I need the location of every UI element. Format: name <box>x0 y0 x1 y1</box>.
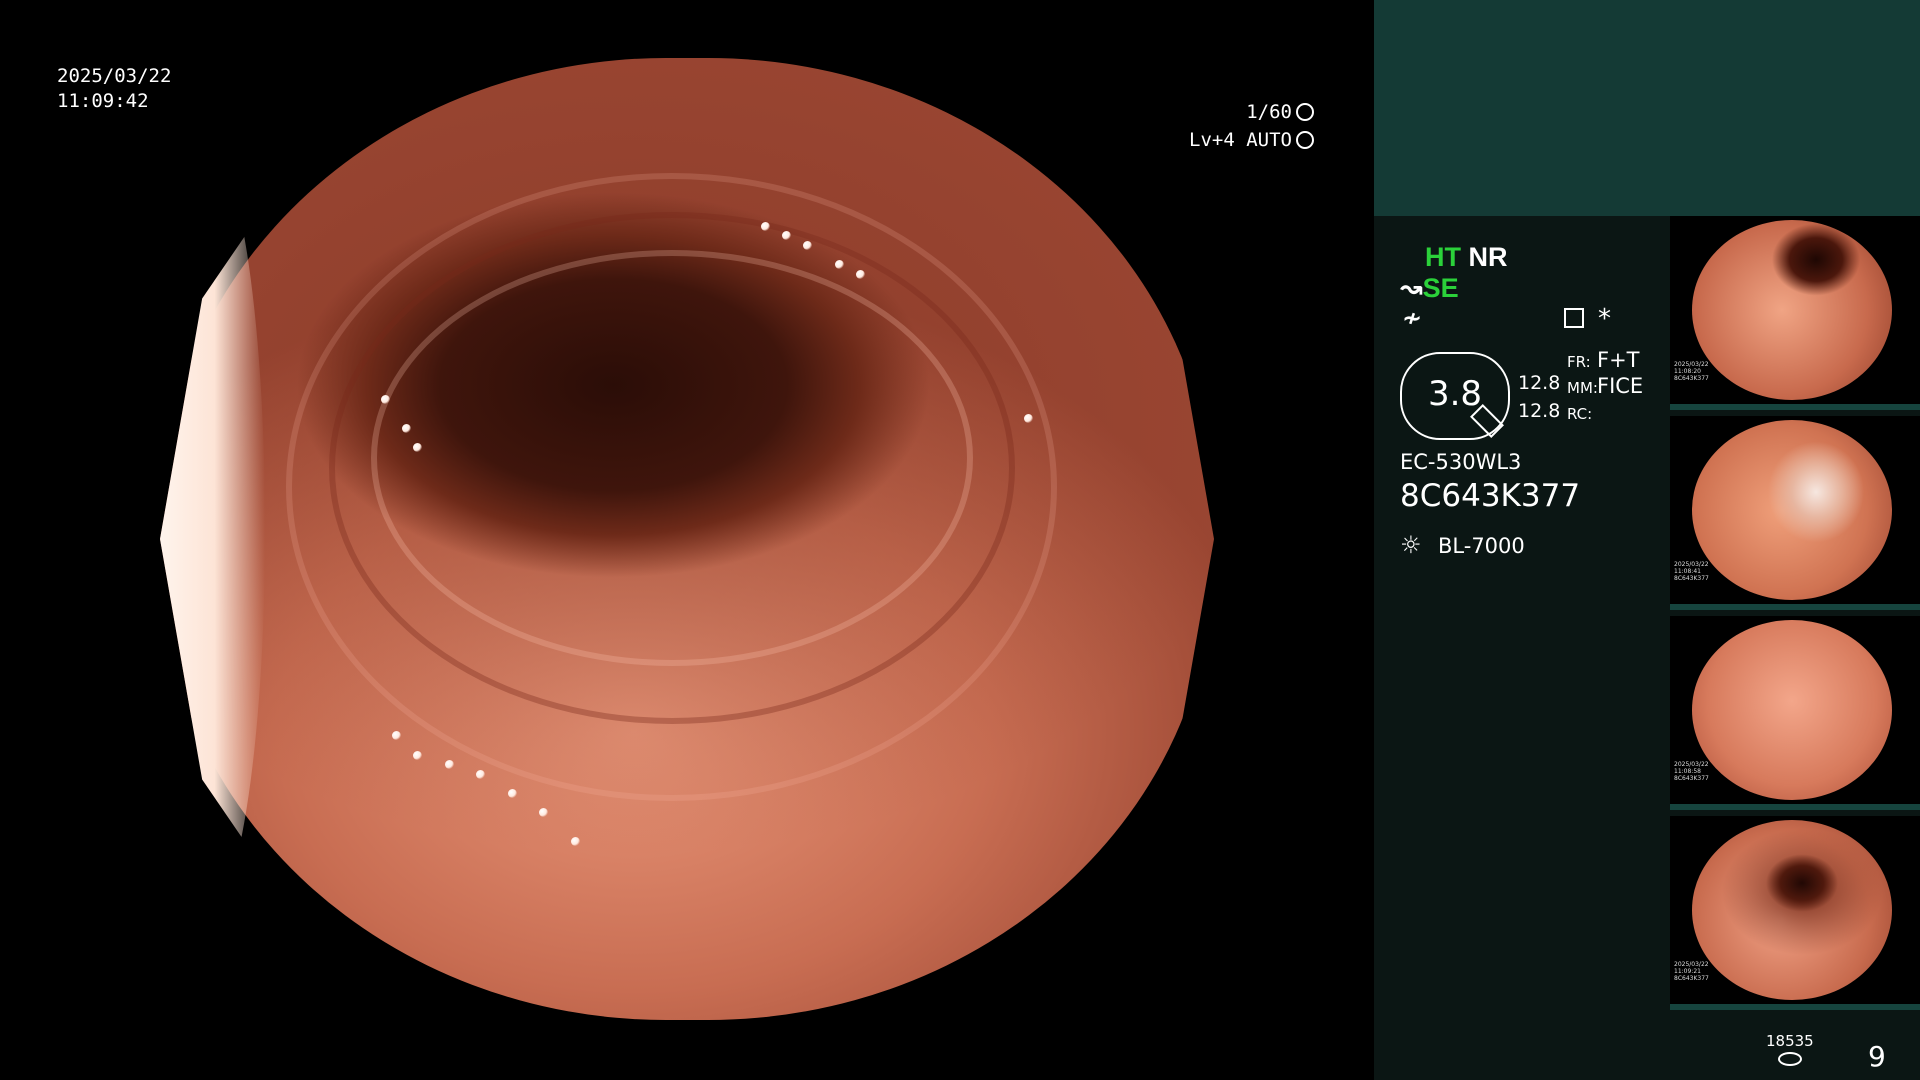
bubble <box>412 442 422 452</box>
osd-date: 2025/03/22 <box>57 65 172 87</box>
fr-value: F+T <box>1597 348 1640 372</box>
zoom-value: 3.8 <box>1427 374 1483 414</box>
brightness-level: Lv+4 <box>1189 129 1235 151</box>
shutter-icon <box>1296 103 1314 121</box>
thumbnail[interactable]: 2025/03/22 11:09:21 8C643K377 <box>1670 816 1920 1010</box>
bubble <box>381 394 391 404</box>
thumbnail[interactable]: 2025/03/22 11:08:58 8C643K377 <box>1670 616 1920 810</box>
bubble <box>760 221 770 231</box>
rc-label: RC: <box>1567 405 1593 423</box>
bubble <box>402 423 412 433</box>
panel-header <box>1374 0 1920 216</box>
thumbnail-caption: 2025/03/22 11:08:41 8C643K377 <box>1674 561 1709 582</box>
scope-model: EC-530WL3 <box>1400 450 1522 474</box>
bubble <box>781 231 791 241</box>
endoscope-video-area: 2025/03/22 11:09:42 1/60 Lv+4 AUTO <box>0 0 1374 1080</box>
scope-serial: 8C643K377 <box>1400 478 1581 514</box>
thumbnail[interactable]: 2025/03/22 11:08:41 8C643K377 <box>1670 416 1920 610</box>
thumbnail-caption: 2025/03/22 11:09:21 8C643K377 <box>1674 961 1709 982</box>
asterisk-icon: * <box>1598 304 1611 334</box>
mm-label: MM: <box>1567 379 1598 397</box>
thumbnail-image <box>1692 820 1892 1000</box>
mode-ht: HT <box>1425 242 1461 272</box>
thumbnail-caption: 2025/03/22 11:08:20 8C643K377 <box>1674 361 1709 382</box>
bubble <box>507 789 517 799</box>
mode-ht-nr: HT NR <box>1425 242 1508 273</box>
bubble <box>412 750 422 760</box>
endoscope-live-image <box>160 58 1214 1020</box>
light-source-icon: ☼ <box>1400 531 1422 559</box>
captured-thumbnails: 2025/03/22 11:08:20 8C643K377 2025/03/22 11… <box>1670 216 1920 1016</box>
shutter-speed: 1/60 <box>1246 101 1292 123</box>
osd-exposure: 1/60 Lv+4 AUTO <box>1189 98 1314 154</box>
settings-icon <box>1564 308 1584 328</box>
bubble <box>802 240 812 250</box>
storage-counter: 18535 <box>1766 1032 1814 1066</box>
osd-time: 11:09:42 <box>57 90 149 112</box>
thumbnail-caption: 2025/03/22 11:08:58 8C643K377 <box>1674 761 1709 782</box>
mm-value: FICE <box>1597 374 1644 398</box>
freeze-icon: ≁ <box>1402 304 1423 332</box>
mode-se: ↝SE <box>1400 273 1459 304</box>
bubble <box>855 269 865 279</box>
bubble <box>571 837 581 847</box>
osd-datetime: 2025/03/22 11:09:42 <box>57 64 171 114</box>
mode-se-label: SE <box>1422 273 1459 303</box>
thumbnail[interactable]: 2025/03/22 11:08:20 8C643K377 <box>1670 216 1920 410</box>
value-b: 12.8 <box>1518 400 1561 422</box>
bubble <box>539 808 549 818</box>
page-number: 9 <box>1868 1040 1886 1073</box>
light-glare <box>160 134 266 924</box>
structure-enhance-icon: ↝ <box>1400 273 1423 304</box>
bubble <box>391 731 401 741</box>
exposure-mode: AUTO <box>1246 129 1292 151</box>
bubble <box>834 260 844 270</box>
bubble <box>444 760 454 770</box>
bubble <box>476 769 486 779</box>
thumbnail-image <box>1692 220 1892 400</box>
light-source: BL-7000 <box>1438 534 1525 558</box>
storage-count: 18535 <box>1766 1032 1814 1050</box>
thumbnail-image <box>1692 620 1892 800</box>
mucosal-fold <box>370 250 974 667</box>
auto-exposure-icon <box>1296 131 1314 149</box>
zoom-indicator: 3.8 <box>1400 352 1510 440</box>
thumbnail-image <box>1692 420 1892 600</box>
freeze-row: ≁ <box>1402 304 1422 333</box>
value-a: 12.8 <box>1518 372 1561 394</box>
mode-nr: NR <box>1468 242 1508 272</box>
storage-icon <box>1777 1052 1802 1066</box>
fr-label: FR: <box>1567 353 1591 371</box>
